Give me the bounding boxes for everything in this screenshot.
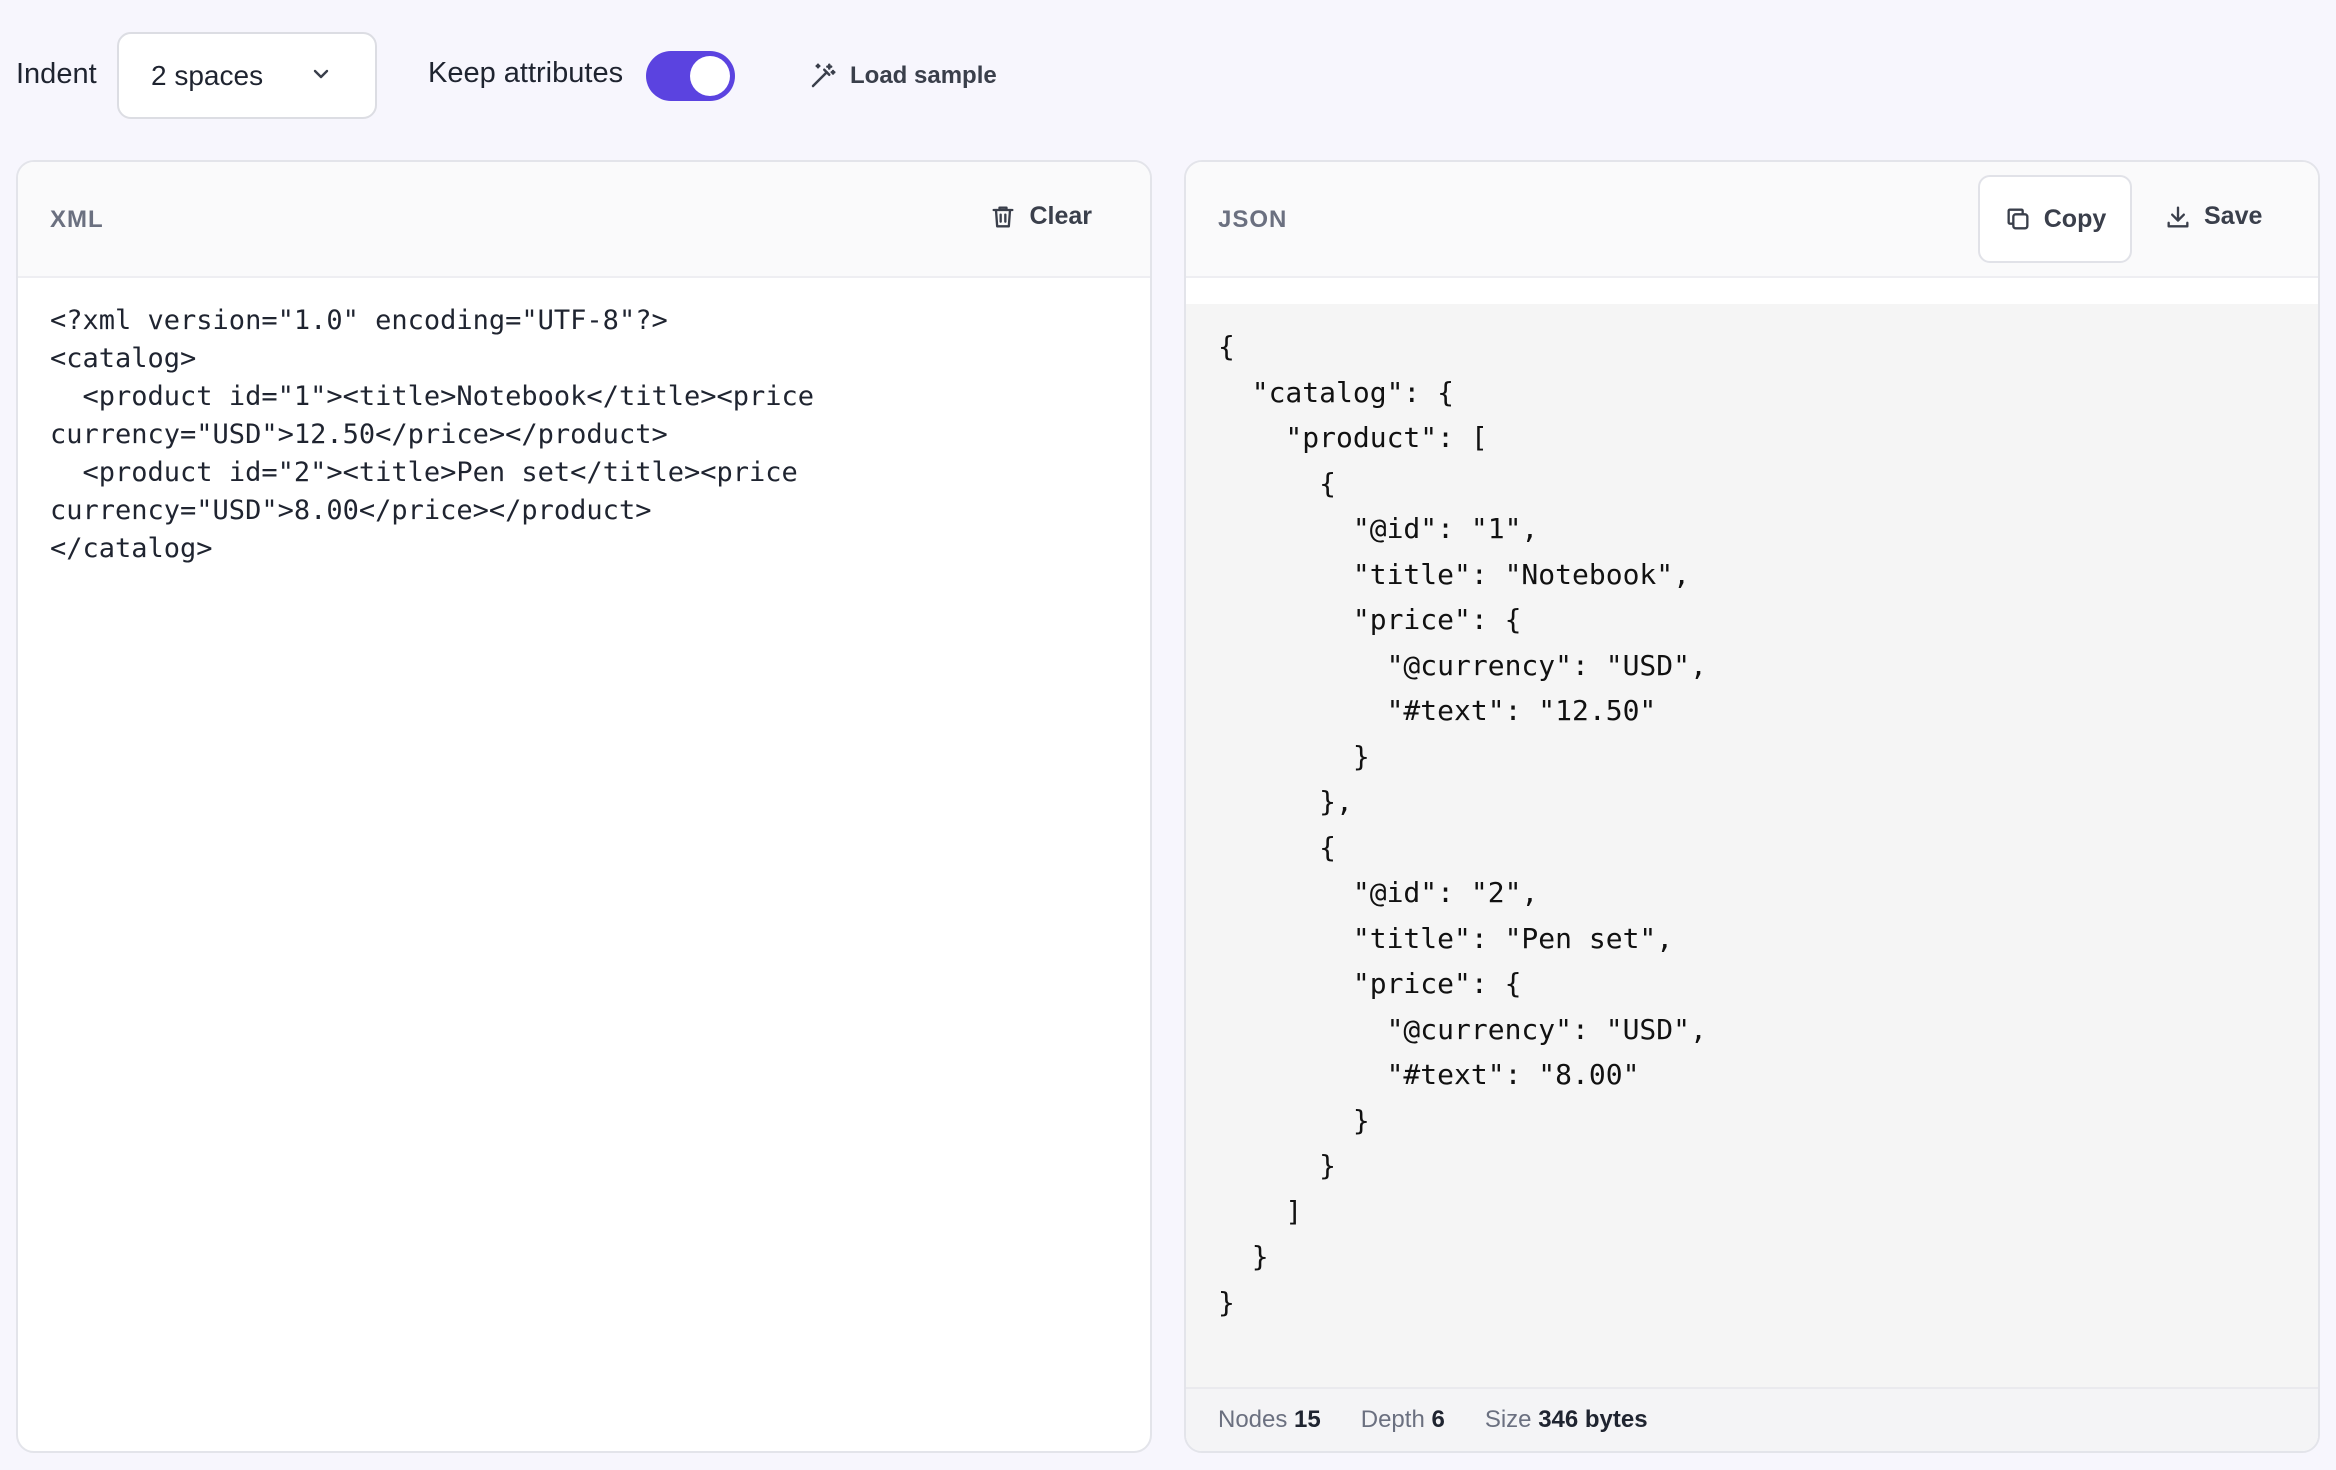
xml-panel-title: XML bbox=[50, 206, 104, 233]
copy-button[interactable]: Copy bbox=[1978, 175, 2132, 263]
copy-icon bbox=[2007, 208, 2029, 230]
json-panel: JSON Copy Save { "catalog": { "product":… bbox=[1184, 160, 2320, 1453]
json-panel-header: JSON Copy Save bbox=[1186, 162, 2318, 278]
save-button[interactable]: Save bbox=[2164, 202, 2262, 231]
json-output: { "catalog": { "product": [ { "@id": "1"… bbox=[1218, 330, 1707, 1319]
size-value: 346 bytes bbox=[1538, 1406, 1648, 1433]
load-sample-label: Load sample bbox=[850, 62, 997, 89]
size-stat: Size 346 bytes bbox=[1485, 1406, 1648, 1434]
trash-icon bbox=[992, 206, 1014, 227]
json-panel-title: JSON bbox=[1218, 206, 1288, 233]
xml-panel-header: XML Clear bbox=[18, 162, 1150, 278]
xml-input[interactable]: <?xml version="1.0" encoding="UTF-8"?> <… bbox=[50, 302, 1126, 568]
json-output-area: { "catalog": { "product": [ { "@id": "1"… bbox=[1186, 304, 2318, 1387]
indent-select-value: 2 spaces bbox=[151, 59, 264, 91]
magic-wand-icon bbox=[811, 63, 836, 88]
clear-label: Clear bbox=[1029, 202, 1092, 230]
toggle-knob bbox=[690, 56, 730, 96]
nodes-value: 15 bbox=[1294, 1406, 1321, 1433]
indent-label: Indent bbox=[16, 58, 97, 90]
chevron-down-icon bbox=[313, 69, 329, 79]
keep-attributes-label: Keep attributes bbox=[428, 57, 624, 89]
json-status-bar: Nodes 15 Depth 6 Size 346 bytes bbox=[1186, 1387, 2318, 1451]
size-label: Size bbox=[1484, 1406, 1532, 1433]
indent-select[interactable]: 2 spaces bbox=[117, 32, 377, 119]
toolbar: Indent 2 spaces Keep attributes Load sam… bbox=[0, 0, 2336, 150]
keep-attributes-toggle[interactable] bbox=[646, 51, 735, 101]
load-sample-button[interactable]: Load sample bbox=[808, 55, 997, 97]
download-icon bbox=[2167, 206, 2189, 227]
nodes-label: Nodes bbox=[1218, 1406, 1288, 1433]
xml-panel: XML Clear <?xml version="1.0" encoding="… bbox=[16, 160, 1152, 1453]
save-label: Save bbox=[2204, 202, 2263, 230]
depth-stat: Depth 6 bbox=[1361, 1406, 1445, 1434]
copy-label: Copy bbox=[2043, 204, 2107, 233]
depth-label: Depth bbox=[1360, 1406, 1425, 1433]
nodes-stat: Nodes 15 bbox=[1218, 1406, 1321, 1434]
depth-value: 6 bbox=[1431, 1406, 1445, 1433]
clear-button[interactable]: Clear bbox=[989, 202, 1092, 231]
